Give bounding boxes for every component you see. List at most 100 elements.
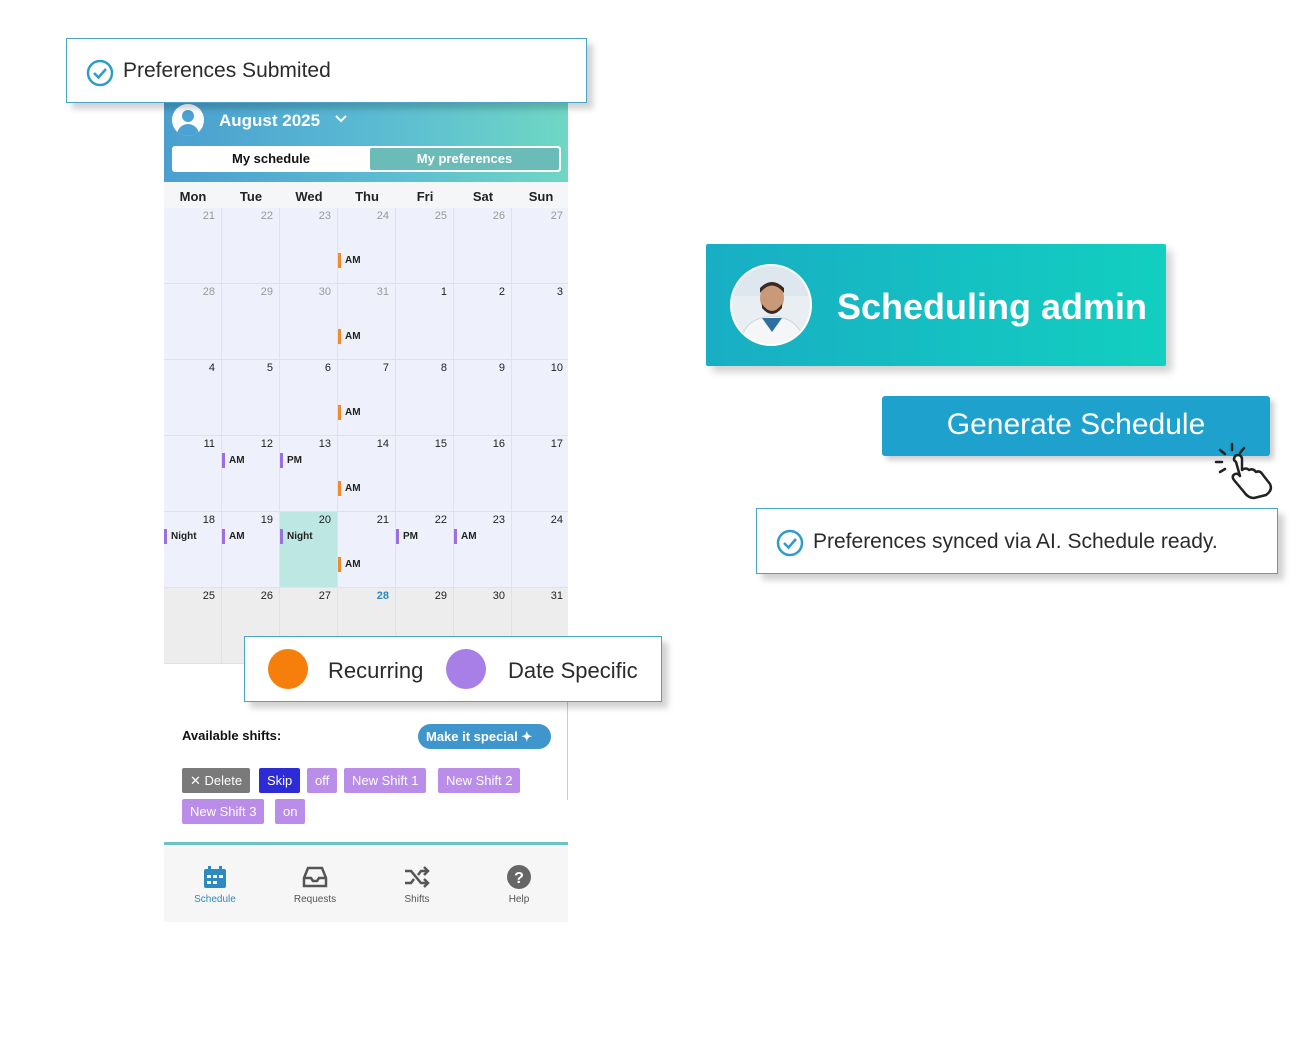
calendar-day-cell[interactable]: 13 PM xyxy=(280,436,338,512)
calendar-day-cell[interactable]: 10 xyxy=(512,360,568,436)
calendar-day-cell[interactable]: 7 AM xyxy=(338,360,396,436)
calendar-day-cell[interactable]: 25 xyxy=(164,588,222,664)
day-number: 18 xyxy=(202,514,215,526)
calendar-day-cell[interactable]: 26 xyxy=(454,208,512,284)
date-specific-shift-tag[interactable]: PM xyxy=(280,453,302,468)
calendar-day-cell[interactable]: 6 xyxy=(280,360,338,436)
calendar-day-cell[interactable]: 5 xyxy=(222,360,280,436)
toast-message: Preferences synced via AI. Schedule read… xyxy=(813,530,1218,553)
calendar-day-cell[interactable]: 14 AM xyxy=(338,436,396,512)
date-specific-shift-tag[interactable]: PM xyxy=(396,529,418,544)
svg-text:?: ? xyxy=(514,870,524,887)
day-number: 27 xyxy=(318,590,331,602)
nav-schedule[interactable]: Schedule xyxy=(164,864,266,905)
calendar-day-cell[interactable]: 12 AM xyxy=(222,436,280,512)
weekday-label: Mon xyxy=(179,189,207,204)
day-number: 24 xyxy=(376,210,389,222)
month-selector[interactable]: August 2025 xyxy=(219,111,320,131)
calendar-day-cell[interactable]: 9 xyxy=(454,360,512,436)
weekday-label: Thu xyxy=(355,189,379,204)
calendar-day-cell[interactable]: 15 xyxy=(396,436,454,512)
nav-help[interactable]: ? Help xyxy=(468,864,568,905)
calendar-day-cell[interactable]: 1 xyxy=(396,284,454,360)
calendar-icon xyxy=(204,866,226,888)
date-specific-shift-tag[interactable]: AM xyxy=(222,453,245,468)
generate-schedule-label: Generate Schedule xyxy=(946,408,1206,441)
day-number: 17 xyxy=(550,438,563,450)
day-number: 19 xyxy=(260,514,273,526)
calendar-day-cell[interactable]: 19 AM xyxy=(222,512,280,588)
toast-message: Preferences Submited xyxy=(123,59,331,82)
day-number: 22 xyxy=(260,210,273,222)
calendar-day-cell[interactable]: 20 Night xyxy=(280,512,338,588)
calendar-day-cell[interactable]: 23 AM xyxy=(454,512,512,588)
calendar-day-cell[interactable]: 22 PM xyxy=(396,512,454,588)
recurring-shift-tag[interactable]: AM xyxy=(338,253,361,268)
calendar-day-cell[interactable]: 25 xyxy=(396,208,454,284)
nav-shifts[interactable]: Shifts xyxy=(366,864,468,905)
calendar-day-cell[interactable]: 27 xyxy=(512,208,568,284)
recurring-shift-tag[interactable]: AM xyxy=(338,481,361,496)
calendar-day-cell[interactable]: 17 xyxy=(512,436,568,512)
day-number: 4 xyxy=(208,362,215,374)
date-specific-shift-tag[interactable]: Night xyxy=(280,529,313,544)
user-avatar-icon[interactable] xyxy=(172,104,204,136)
recurring-shift-tag[interactable]: AM xyxy=(338,405,361,420)
date-specific-dot xyxy=(446,649,486,689)
tab-my-schedule[interactable]: My schedule xyxy=(174,148,368,170)
day-number: 23 xyxy=(492,514,505,526)
calendar-day-cell[interactable]: 4 xyxy=(164,360,222,436)
check-circle-icon xyxy=(86,59,114,87)
calendar-day-cell[interactable]: 3 xyxy=(512,284,568,360)
make-it-special-button[interactable]: Make it special ✦ xyxy=(418,724,551,749)
day-number: 10 xyxy=(550,362,563,374)
weekday-label: Wed xyxy=(295,189,323,204)
nav-requests[interactable]: Requests xyxy=(264,864,366,905)
day-number: 21 xyxy=(376,514,389,526)
day-number: 5 xyxy=(266,362,273,374)
calendar-day-cell[interactable]: 24 AM xyxy=(338,208,396,284)
calendar-day-cell[interactable]: 21 xyxy=(164,208,222,284)
preferences-submitted-toast: Preferences Submited xyxy=(66,38,587,103)
available-shifts-label: Available shifts: xyxy=(182,728,282,743)
day-number: 20 xyxy=(318,514,331,526)
calendar-day-cell[interactable]: 22 xyxy=(222,208,280,284)
calendar-day-cell[interactable]: 21 AM xyxy=(338,512,396,588)
shift-chip[interactable]: New Shift 1 xyxy=(344,768,427,793)
shift-chip[interactable]: on xyxy=(275,799,306,824)
calendar-day-cell[interactable]: 11 xyxy=(164,436,222,512)
shift-chip[interactable]: New Shift 3 xyxy=(182,799,265,824)
shift-chip[interactable]: off xyxy=(307,768,338,793)
shift-chip[interactable]: New Shift 2 xyxy=(438,768,521,793)
shift-chip[interactable]: Skip xyxy=(259,768,301,793)
weekday-label: Sat xyxy=(472,189,494,204)
tab-my-preferences[interactable]: My preferences xyxy=(370,148,559,170)
day-number: 29 xyxy=(434,590,447,602)
day-number: 29 xyxy=(260,286,273,298)
chevron-down-icon[interactable] xyxy=(334,112,348,126)
day-number: 28 xyxy=(376,590,389,602)
calendar-day-cell[interactable]: 28 xyxy=(164,284,222,360)
calendar-day-cell[interactable]: 18 Night xyxy=(164,512,222,588)
shift-chip[interactable]: ✕ Delete xyxy=(182,768,251,793)
calendar-day-cell[interactable]: 29 xyxy=(222,284,280,360)
day-number: 27 xyxy=(550,210,563,222)
recurring-shift-tag[interactable]: AM xyxy=(338,329,361,344)
recurring-shift-tag[interactable]: AM xyxy=(338,557,361,572)
calendar-day-cell[interactable]: 30 xyxy=(280,284,338,360)
calendar-day-cell[interactable]: 8 xyxy=(396,360,454,436)
day-number: 12 xyxy=(260,438,273,450)
day-number: 26 xyxy=(492,210,505,222)
date-specific-shift-tag[interactable]: AM xyxy=(222,529,245,544)
calendar-day-cell[interactable]: 31 AM xyxy=(338,284,396,360)
calendar-day-cell[interactable]: 23 xyxy=(280,208,338,284)
date-specific-shift-tag[interactable]: AM xyxy=(454,529,477,544)
calendar-day-cell[interactable]: 24 xyxy=(512,512,568,588)
calendar-day-cell[interactable]: 16 xyxy=(454,436,512,512)
legend: Recurring Date Specific xyxy=(244,636,662,702)
calendar-day-cell[interactable]: 2 xyxy=(454,284,512,360)
day-number: 30 xyxy=(492,590,505,602)
shuffle-icon xyxy=(405,866,430,888)
date-specific-shift-tag[interactable]: Night xyxy=(164,529,197,544)
phone-screen: August 2025 My schedule My preferences M… xyxy=(164,100,568,922)
